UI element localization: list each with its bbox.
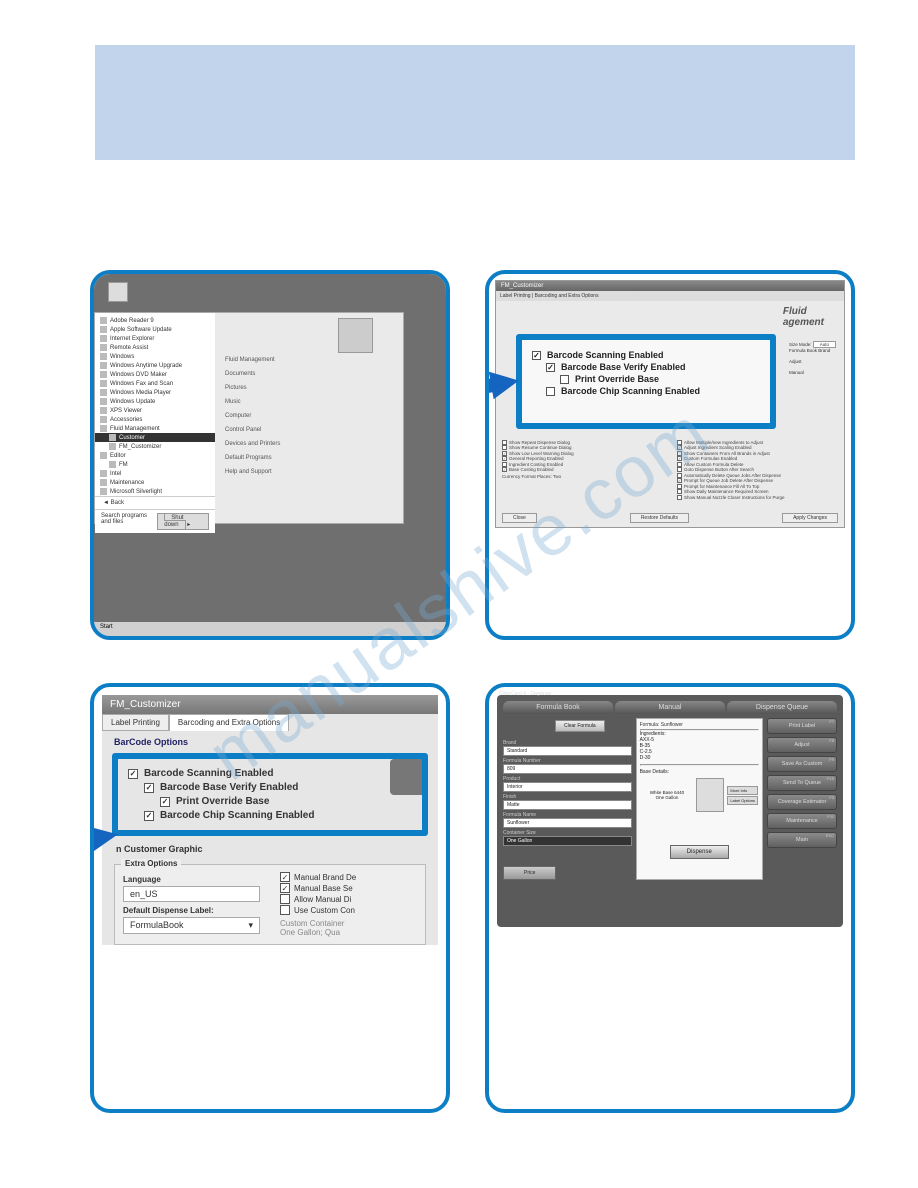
tab-label-printing[interactable]: Label Printing: [102, 714, 169, 731]
start-menu: Adobe Reader 9 Apple Software Update Int…: [94, 312, 404, 524]
checkbox-barcode-scanning[interactable]: ✓Barcode Scanning Enabled: [128, 768, 412, 779]
formula-number-input[interactable]: 809: [503, 764, 632, 774]
disp-title: ColorCard 4 - Dispense: [499, 691, 551, 697]
adjust-button[interactable]: F8Adjust: [767, 737, 837, 753]
version-footer: FM Customizer Version 14.0.1.1: [489, 638, 851, 640]
paint-can-icon: [696, 778, 724, 812]
formula-name-input[interactable]: Sunflower: [503, 818, 632, 828]
start-back[interactable]: ◄ Back: [95, 496, 215, 509]
tab-bar: Label Printing | Barcoding and Extra Opt…: [496, 291, 844, 301]
checkbox-print-override[interactable]: ✓Print Override Base: [128, 796, 412, 807]
checkbox-print-override[interactable]: Print Override Base: [532, 374, 760, 384]
label-options-button[interactable]: Label Options: [727, 796, 758, 805]
start-button[interactable]: Start: [100, 624, 113, 630]
checkbox-base-verify[interactable]: ✓Barcode Base Verify Enabled: [128, 782, 412, 793]
product-select[interactable]: Interior: [503, 782, 632, 792]
send-to-queue-button[interactable]: F10Send To Queue: [767, 775, 837, 791]
checkbox-barcode-scanning[interactable]: ✓Barcode Scanning Enabled: [532, 350, 760, 360]
checkbox-base-verify[interactable]: ✓Barcode Base Verify Enabled: [532, 362, 760, 372]
save-as-custom-button[interactable]: F9Save As Custom: [767, 756, 837, 772]
checkbox-chip-scanning[interactable]: ✓Barcode Chip Scanning Enabled: [128, 810, 412, 821]
clear-formula-button[interactable]: Clear Formula: [555, 720, 605, 732]
checkbox-chip-scanning[interactable]: Barcode Chip Scanning Enabled: [532, 386, 760, 396]
lower-options: Show Repeat Dispense Dialog Show Resume …: [502, 439, 838, 500]
window-title: FM_Customizer: [102, 695, 438, 714]
tab-dispense-queue[interactable]: Dispense Queue: [727, 701, 837, 714]
extra-options-section: Extra Options Language en_US Default Dis…: [114, 864, 426, 945]
callout-arrow-icon: [489, 367, 521, 399]
side-options: Size Mode: Auto Formula Book Brand Adjus…: [789, 341, 836, 376]
window-title: FM_Customizer: [496, 281, 844, 291]
top-tabs: Formula Book Manual Dispense Queue: [503, 701, 837, 714]
recycle-bin-icon: [108, 282, 128, 302]
button-row: Close Restore Defaults Apply Changes: [502, 513, 838, 523]
shutdown-button[interactable]: Shut down ▸: [157, 513, 209, 530]
main-button[interactable]: ESCMain: [767, 832, 837, 848]
container-size-select[interactable]: One Gallon: [503, 836, 632, 846]
apply-changes-button[interactable]: Apply Changes: [782, 513, 838, 523]
tab-strip: Label Printing Barcoding and Extra Optio…: [102, 714, 438, 731]
price-button[interactable]: Price: [503, 866, 556, 880]
screenshot-panel-4: ColorCard 4 - Dispense Formula Book Manu…: [485, 683, 855, 1113]
right-action-buttons: F7Print Label F8Adjust F9Save As Custom …: [767, 718, 837, 880]
formula-fields: Clear Formula Brand Standard Formula Num…: [503, 718, 632, 880]
user-avatar: [338, 318, 373, 353]
restore-defaults-button[interactable]: Restore Defaults: [630, 513, 689, 523]
start-item-customer[interactable]: Customer: [95, 433, 215, 442]
start-search-row: Search programs and files Shut down ▸: [95, 509, 215, 533]
start-menu-programs: Adobe Reader 9 Apple Software Update Int…: [95, 313, 215, 523]
screenshot-panel-2: FM_Customizer Label Printing | Barcoding…: [485, 270, 855, 640]
chevron-down-icon: ▾: [248, 920, 253, 931]
customer-graphic-check[interactable]: n Customer Graphic: [102, 842, 438, 856]
desktop-background: Adobe Reader 9 Apple Software Update Int…: [94, 274, 446, 636]
finish-select[interactable]: Matte: [503, 800, 632, 810]
search-input[interactable]: Search programs and files: [101, 513, 157, 530]
header-banner: [95, 45, 855, 160]
brand-logo: Fluidagement: [783, 306, 824, 328]
default-dispense-label-select[interactable]: FormulaBook▾: [123, 917, 260, 934]
tab-manual[interactable]: Manual: [615, 701, 725, 714]
taskbar: Start: [94, 622, 446, 636]
close-button[interactable]: Close: [502, 513, 537, 523]
screenshot-panel-1: Adobe Reader 9 Apple Software Update Int…: [90, 270, 450, 640]
callout-arrow-icon: [90, 821, 120, 854]
start-item-fm-customizer[interactable]: FM_Customizer: [95, 442, 215, 451]
barcode-options-callout: ✓Barcode Scanning Enabled ✓Barcode Base …: [516, 334, 776, 429]
barcode-options-callout: ✓Barcode Scanning Enabled ✓Barcode Base …: [112, 753, 428, 836]
coverage-estimator-button[interactable]: F3Coverage Estimator: [767, 794, 837, 810]
language-select[interactable]: en_US: [123, 886, 260, 902]
brand-select[interactable]: Standard: [503, 746, 632, 756]
barcode-section-header: BarCode Options: [102, 731, 438, 747]
maintenance-button[interactable]: F11Maintenance: [767, 813, 837, 829]
fm-customizer-window-large: FM_Customizer Label Printing Barcoding a…: [102, 695, 438, 945]
more-info-button[interactable]: More Info: [727, 786, 758, 795]
print-label-button[interactable]: F7Print Label: [767, 718, 837, 734]
dispense-screen: ColorCard 4 - Dispense Formula Book Manu…: [497, 695, 843, 927]
start-menu-right: Fluid Management Documents Pictures Musi…: [215, 313, 403, 523]
tab-barcoding[interactable]: Barcoding and Extra Options: [169, 714, 289, 731]
formula-details: Formula: Sunflower Ingredients: AXX-5 B-…: [636, 718, 763, 880]
dispense-button[interactable]: Dispense: [670, 845, 729, 859]
tab-formula-book[interactable]: Formula Book: [503, 701, 613, 714]
screenshot-panel-3: FM_Customizer Label Printing Barcoding a…: [90, 683, 450, 1113]
